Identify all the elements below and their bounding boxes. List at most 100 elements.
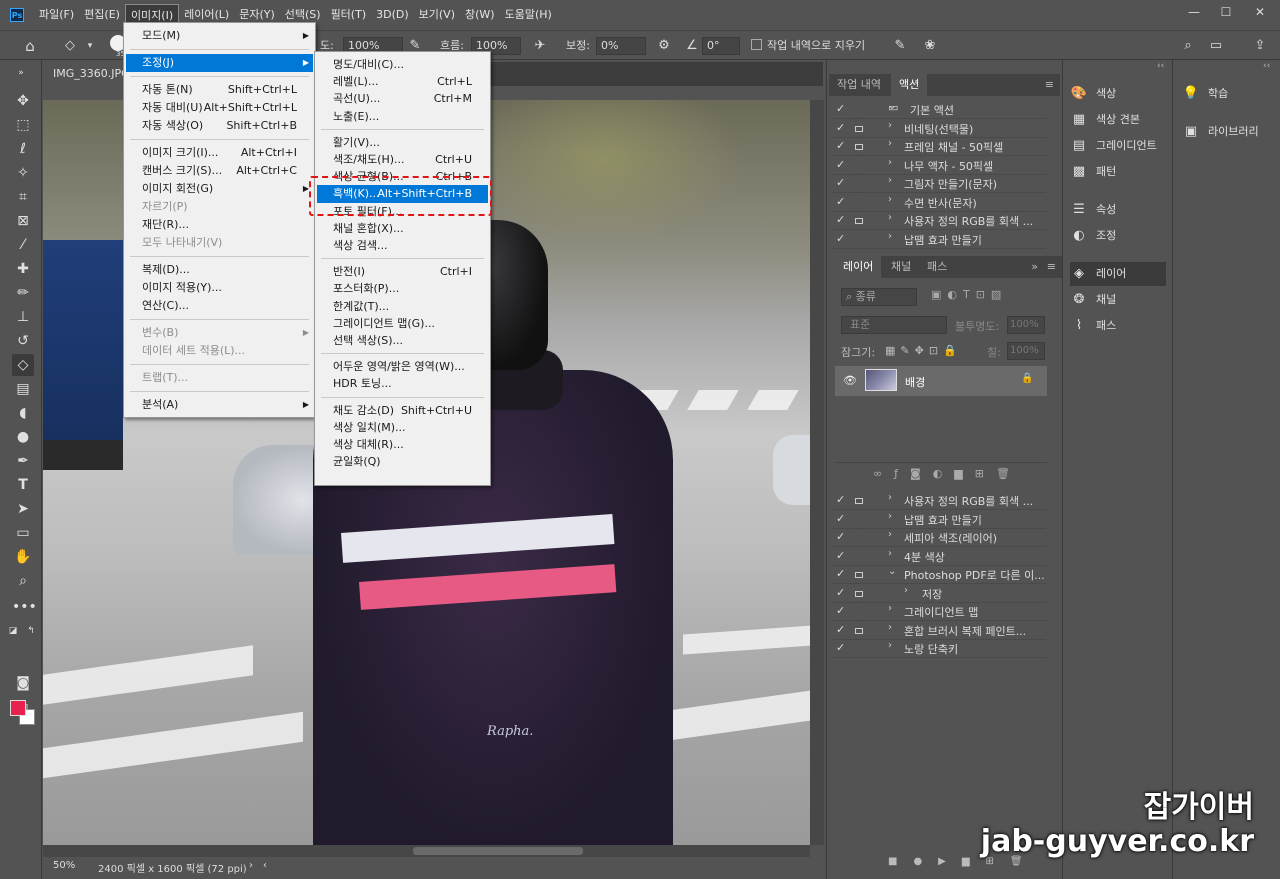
side-panel-item[interactable]: ▤ 그레이디언트	[1070, 134, 1166, 158]
collapse-chevron-icon[interactable]: »	[1031, 256, 1038, 278]
eyedropper-tool-icon[interactable]: ⁄	[12, 234, 34, 256]
dialog-toggle-icon[interactable]	[852, 531, 864, 543]
eraser-tool-preset-icon[interactable]: ◇	[60, 36, 80, 56]
menu-10[interactable]: 도움말(H)	[500, 4, 557, 26]
dialog-toggle-icon[interactable]	[852, 121, 864, 134]
check-icon[interactable]: ✓	[836, 176, 845, 189]
menu-item[interactable]: 채널 혼합(X)...	[317, 220, 488, 238]
action-row[interactable]: ✓ ⌄ ▭ 기본 액션	[832, 101, 1046, 119]
lock-icons[interactable]: ▦✎✥⊡🔒	[885, 344, 962, 357]
gradient-tool-icon[interactable]: ▤	[12, 378, 34, 400]
chevron-right-icon[interactable]: ›	[888, 529, 892, 540]
action-row[interactable]: ✓ › 저장	[832, 585, 1046, 603]
action-row[interactable]: ✓ › 사용자 정의 RGB를 회색 ...	[832, 212, 1046, 230]
action-row[interactable]: ✓ › 프레임 채널 - 50픽셀	[832, 138, 1046, 156]
dialog-toggle-icon[interactable]	[852, 586, 864, 599]
tab-paths[interactable]: 패스	[919, 256, 955, 278]
layer-filter-icons[interactable]: ▣◐T⊡▨	[931, 288, 1007, 301]
tab-history[interactable]: 작업 내역	[829, 74, 889, 96]
menu-1[interactable]: 편집(E)	[79, 4, 125, 26]
chevron-right-icon[interactable]: ›	[888, 548, 892, 559]
menu-item[interactable]: 색상 검색...	[317, 237, 488, 255]
rectangle-tool-icon[interactable]: ▭	[12, 522, 34, 544]
chevron-right-icon[interactable]: ›	[888, 603, 892, 614]
check-icon[interactable]: ✓	[836, 567, 845, 580]
layers-footer-icons[interactable]: ∞ƒ◙◐▆⊞🗑	[835, 462, 1047, 484]
lasso-tool-icon[interactable]: ℓ	[12, 138, 34, 160]
menu-item[interactable]: 모드(M) ▶	[126, 27, 313, 45]
menu-item[interactable]: 색조/채도(H)... Ctrl+U	[317, 151, 488, 169]
menu-item[interactable]: 이미지 회전(G) ▶	[126, 180, 313, 198]
history-brush-tool-icon[interactable]: ↺	[12, 330, 34, 352]
side-panel-item[interactable]: ◈ 레이어	[1070, 262, 1166, 286]
menu-item[interactable]: 레벨(L)... Ctrl+L	[317, 73, 488, 91]
menu-8[interactable]: 보기(V)	[414, 4, 460, 26]
menu-item[interactable]: 조정(J) ▶	[126, 54, 313, 72]
dialog-toggle-icon[interactable]	[852, 232, 864, 245]
dialog-toggle-icon[interactable]	[852, 623, 864, 636]
check-icon[interactable]: ✓	[836, 530, 845, 543]
menu-item[interactable]: 한계값(T)...	[317, 298, 488, 316]
menu-9[interactable]: 창(W)	[460, 4, 500, 26]
more-tools-icon[interactable]: •••	[12, 596, 37, 618]
action-row[interactable]: ✓ › 4분 색상	[832, 548, 1046, 566]
chevron-down-icon[interactable]: ⌄	[888, 566, 896, 577]
action-row[interactable]: ✓ › 나무 액자 - 50픽셀	[832, 157, 1046, 175]
crop-tool-icon[interactable]: ⌗	[12, 186, 34, 208]
menu-item[interactable]: 캔버스 크기(S)... Alt+Ctrl+C	[126, 162, 313, 180]
default-colors-icon[interactable]: ◪	[6, 620, 20, 642]
dialog-toggle-icon[interactable]	[852, 642, 864, 654]
eye-icon[interactable]: 👁	[843, 374, 857, 387]
dialog-toggle-icon[interactable]	[852, 177, 864, 189]
tab-actions[interactable]: 액션	[891, 74, 928, 96]
action-row[interactable]: ✓ › 그레이디언트 맵	[832, 603, 1046, 621]
vertical-scrollbar[interactable]	[810, 100, 824, 845]
collapse-chevron-icon[interactable]: »	[10, 62, 32, 84]
menu-item[interactable]: 곡선(U)... Ctrl+M	[317, 90, 488, 108]
maximize-button[interactable]: ☐	[1210, 0, 1242, 24]
menu-item[interactable]: 자동 대비(U) Alt+Shift+Ctrl+L	[126, 99, 313, 117]
check-icon[interactable]: ✓	[836, 586, 845, 599]
collapse-chevron-icon[interactable]: ‹‹	[1263, 61, 1270, 71]
check-icon[interactable]: ✓	[836, 641, 845, 654]
check-icon[interactable]: ✓	[836, 102, 845, 115]
pen-tool-icon[interactable]: ✒	[12, 450, 34, 472]
menu-item[interactable]: 분석(A) ▶	[126, 396, 313, 414]
frame-tool-icon[interactable]: ⊠	[12, 210, 34, 232]
collapse-chevron-icon[interactable]: ‹‹	[1157, 61, 1164, 71]
dialog-toggle-icon[interactable]	[852, 605, 864, 617]
menu-item[interactable]: 색상 대체(R)...	[317, 436, 488, 454]
layer-row-background[interactable]: 👁 배경 🔒	[835, 366, 1047, 396]
menu-6[interactable]: 필터(T)	[326, 4, 372, 26]
check-icon[interactable]: ✓	[836, 158, 845, 171]
swap-colors-icon[interactable]: ↰	[24, 620, 38, 642]
check-icon[interactable]: ✓	[836, 195, 845, 208]
panel-menu-icon[interactable]: ≡	[1047, 256, 1056, 278]
erase-to-history-checkbox[interactable]	[751, 39, 762, 50]
marquee-tool-icon[interactable]: ⬚	[12, 114, 34, 136]
tab-layers[interactable]: 레이어	[835, 256, 882, 278]
foreground-color-swatch[interactable]	[10, 700, 26, 716]
check-icon[interactable]: ✓	[836, 623, 845, 636]
zoom-tool-icon[interactable]: ⌕	[12, 570, 34, 592]
minimize-button[interactable]: —	[1178, 0, 1210, 24]
check-icon[interactable]: ✓	[836, 232, 845, 245]
chevron-left-icon[interactable]: ‹	[263, 860, 267, 871]
brush-tool-icon[interactable]: ✏	[12, 282, 34, 304]
action-row[interactable]: ✓ › 그림자 만들기(문자)	[832, 175, 1046, 193]
symmetry-icon[interactable]: ❀	[920, 36, 940, 56]
move-tool-icon[interactable]: ✥	[12, 90, 34, 112]
horizontal-scrollbar[interactable]	[43, 845, 810, 857]
dialog-toggle-icon[interactable]	[852, 494, 864, 506]
action-row[interactable]: ✓ › 혼합 브러시 복제 페인트...	[832, 622, 1046, 640]
layer-name[interactable]: 배경	[905, 374, 925, 390]
action-row[interactable]: ✓ › 사용자 정의 RGB를 회색 ...	[832, 492, 1046, 510]
chevron-right-icon[interactable]: ›	[888, 640, 892, 651]
chevron-right-icon[interactable]: ›	[888, 175, 892, 186]
chevron-right-icon[interactable]: ›	[888, 138, 892, 149]
menu-item[interactable]: 명도/대비(C)...	[317, 56, 488, 74]
type-tool-icon[interactable]: T	[12, 474, 34, 496]
menu-item[interactable]: 자동 톤(N) Shift+Ctrl+L	[126, 81, 313, 99]
chevron-right-icon[interactable]: ›	[249, 860, 253, 871]
side-panel-item[interactable]: ⌇ 패스	[1070, 314, 1166, 338]
